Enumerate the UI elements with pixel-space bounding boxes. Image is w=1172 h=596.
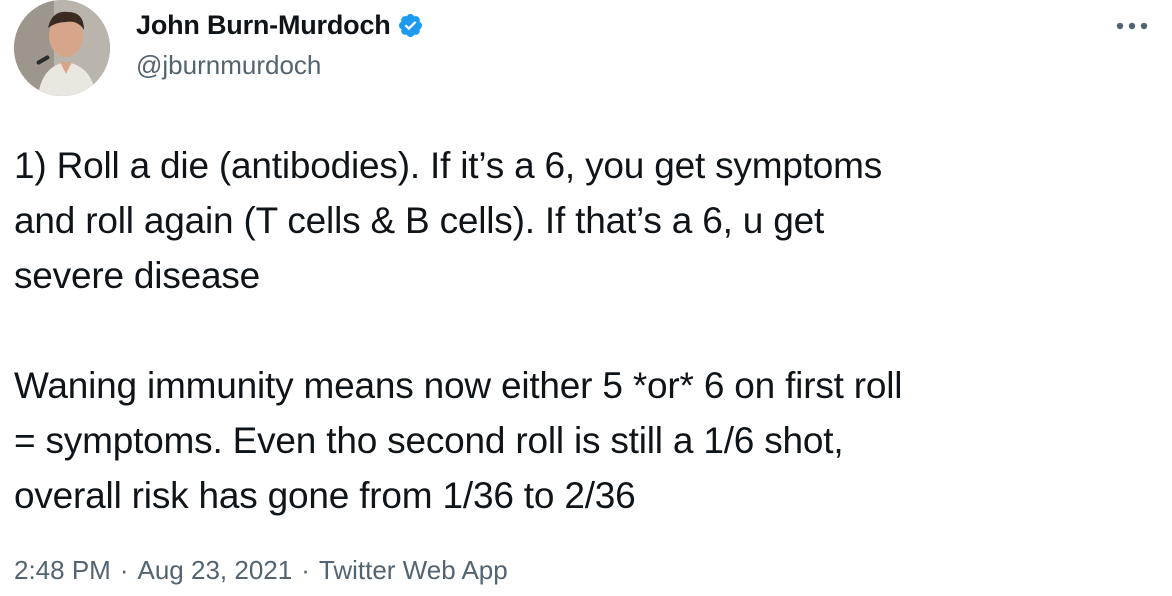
author-handle[interactable]: @jburnmurdoch	[136, 50, 321, 81]
author-display-name[interactable]: John Burn-Murdoch	[136, 10, 391, 41]
tweet-metadata: 2:48 PM · Aug 23, 2021 · Twitter Web App	[14, 555, 508, 586]
tweet-text: 1) Roll a die (antibodies). If it’s a 6,…	[14, 145, 903, 516]
verified-badge-icon	[397, 12, 424, 39]
author-name-row: John Burn-Murdoch	[136, 10, 424, 41]
tweet-source[interactable]: Twitter Web App	[319, 555, 508, 586]
tweet-time[interactable]: 2:48 PM	[14, 555, 111, 586]
meta-separator: ·	[119, 555, 129, 585]
meta-separator: ·	[301, 555, 310, 585]
avatar-photo-icon	[14, 0, 110, 96]
tweet-card: John Burn-Murdoch @jburnmurdoch 1) Roll …	[0, 0, 1172, 596]
more-options-button[interactable]	[1110, 10, 1154, 42]
tweet-date[interactable]: Aug 23, 2021	[138, 555, 293, 586]
more-horizontal-icon	[1116, 22, 1148, 30]
author-avatar[interactable]	[14, 0, 110, 96]
